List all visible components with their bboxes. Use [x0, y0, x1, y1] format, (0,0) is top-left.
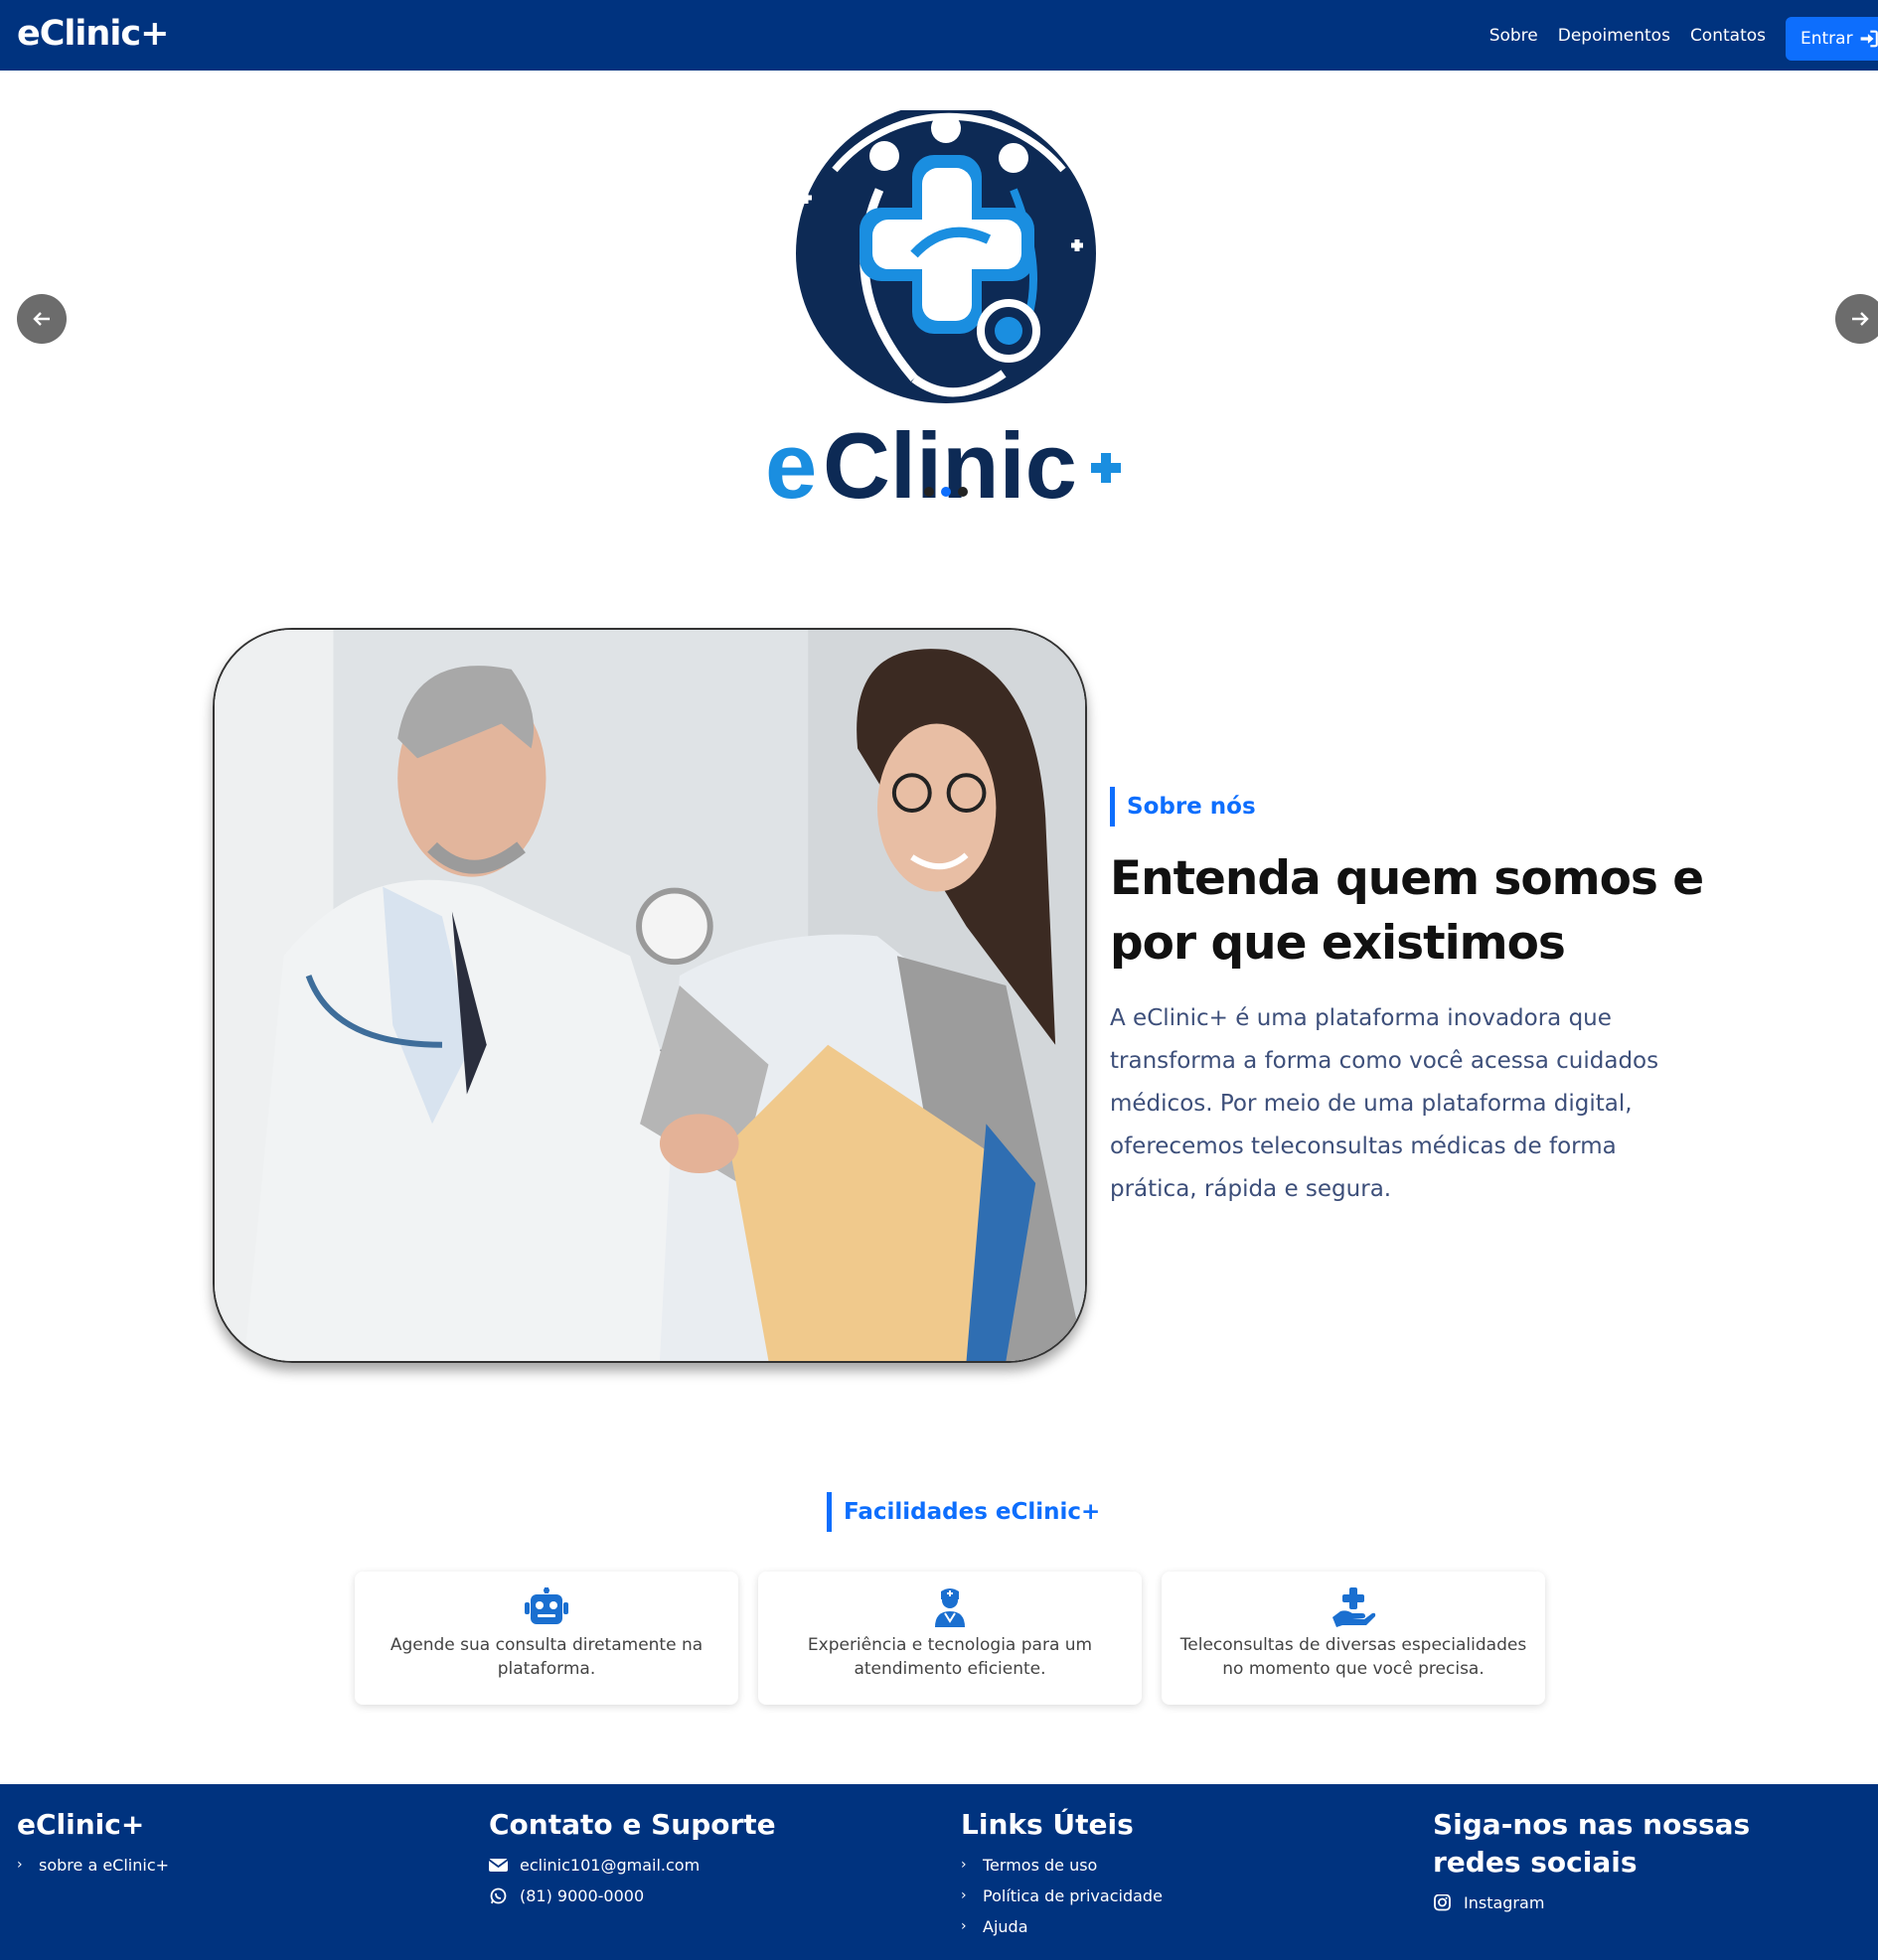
feature-text: Teleconsultas de diversas especialidades… — [1179, 1635, 1527, 1679]
footer-phone-link[interactable]: (81) 9000-0000 — [489, 1881, 886, 1911]
feature-text: Experiência e tecnologia para um atendim… — [807, 1635, 1093, 1679]
footer-col-links: Links Úteis › Termos de uso › Política d… — [961, 1806, 1358, 1942]
about-description: A eClinic+ é uma plataforma inovadora qu… — [1110, 1005, 1659, 1202]
carousel-indicator-3[interactable] — [958, 487, 968, 497]
carousel-indicator-2[interactable] — [941, 487, 951, 497]
chevron-right-icon: › — [17, 1857, 23, 1873]
feature-card-schedule: Agende sua consulta diretamente na plata… — [355, 1572, 738, 1705]
instagram-icon — [1434, 1894, 1451, 1911]
footer-instagram: Instagram — [1464, 1893, 1545, 1912]
navbar: eClinic+ Sobre Depoimentos Contatos Entr… — [0, 0, 1878, 71]
hand-holding-medical-icon — [1332, 1587, 1376, 1627]
carousel-indicators — [924, 487, 968, 497]
logo-text-e: e — [765, 413, 817, 508]
arrow-right-icon — [1852, 312, 1869, 326]
footer-col-contact: Contato e Suporte eclinic101@gmail.com (… — [489, 1806, 886, 1911]
footer-link-termos[interactable]: › Termos de uso — [961, 1850, 1358, 1881]
nav-link-sobre[interactable]: Sobre — [1489, 26, 1538, 46]
footer-contact-title: Contato e Suporte — [489, 1808, 776, 1841]
footer-social-title: Siga-nos nas nossas redes sociais — [1433, 1808, 1751, 1879]
whatsapp-icon — [490, 1887, 507, 1904]
chevron-right-icon: › — [961, 1857, 967, 1873]
footer-col-social: Siga-nos nas nossas redes sociais Instag… — [1433, 1806, 1830, 1918]
footer-link-privacidade[interactable]: › Política de privacidade — [961, 1881, 1358, 1911]
footer-link-label: Política de privacidade — [983, 1886, 1163, 1905]
hero-carousel: e Clinic — [0, 71, 1878, 537]
login-button-label: Entrar — [1800, 29, 1853, 49]
doctor-icon — [935, 1588, 965, 1627]
arrow-left-icon — [33, 312, 50, 326]
footer-link-label: sobre a eClinic+ — [39, 1856, 170, 1875]
feature-text: Agende sua consulta diretamente na plata… — [390, 1635, 704, 1679]
footer-col-brand: eClinic+ › sobre a eClinic+ — [17, 1806, 414, 1881]
footer-link-label: Termos de uso — [983, 1856, 1098, 1875]
footer-link-label: Ajuda — [983, 1917, 1028, 1936]
footer: eClinic+ › sobre a eClinic+ Contato e Su… — [0, 1784, 1878, 1960]
footer-links-title: Links Úteis — [961, 1808, 1134, 1841]
carousel-prev-button[interactable] — [17, 294, 67, 344]
about-title: Entenda quem somos e por que existimos — [1110, 851, 1704, 971]
footer-instagram-link[interactable]: Instagram — [1433, 1887, 1830, 1918]
eclinic-logo-image: e Clinic — [765, 103, 1143, 518]
nav-link-depoimentos[interactable]: Depoimentos — [1558, 26, 1670, 46]
feature-card-teleconsult: Teleconsultas de diversas especialidades… — [1162, 1572, 1545, 1705]
about-section-tag: Sobre nós — [1110, 787, 1256, 827]
footer-phone: (81) 9000-0000 — [520, 1886, 645, 1905]
footer-link-sobre[interactable]: › sobre a eClinic+ — [17, 1850, 414, 1881]
footer-link-ajuda[interactable]: › Ajuda — [961, 1911, 1358, 1942]
carousel-next-button[interactable] — [1835, 294, 1878, 344]
chevron-right-icon: › — [961, 1887, 967, 1903]
doctor-patient-photo — [213, 628, 1087, 1363]
envelope-icon — [489, 1859, 508, 1872]
footer-email-link[interactable]: eclinic101@gmail.com — [489, 1850, 886, 1881]
main-nav: Sobre Depoimentos Contatos Entrar — [1489, 0, 1878, 71]
carousel-indicator-1[interactable] — [924, 487, 934, 497]
feature-card-experience: Experiência e tecnologia para um atendim… — [758, 1572, 1142, 1705]
login-button[interactable]: Entrar — [1786, 17, 1878, 61]
footer-brand-title: eClinic+ — [17, 1808, 145, 1841]
footer-email: eclinic101@gmail.com — [520, 1856, 701, 1875]
sign-in-icon — [1860, 30, 1878, 48]
features-section-tag: Facilidades eClinic+ — [827, 1492, 1100, 1532]
features-cards: Agende sua consulta diretamente na plata… — [355, 1572, 1545, 1705]
robot-icon — [525, 1587, 568, 1624]
chevron-right-icon: › — [961, 1918, 967, 1934]
nav-link-contatos[interactable]: Contatos — [1690, 26, 1766, 46]
brand-logo[interactable]: eClinic+ — [17, 14, 169, 54]
